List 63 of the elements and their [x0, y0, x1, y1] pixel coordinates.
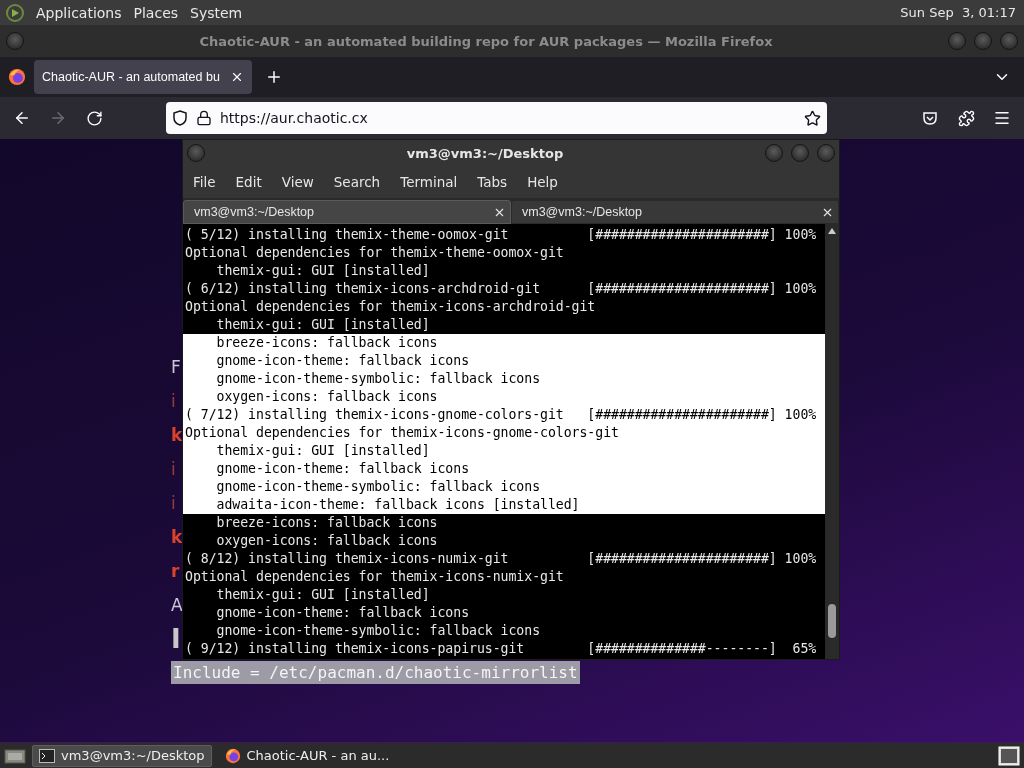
terminal-tab[interactable]: vm3@vm3:~/Desktop: [183, 200, 511, 224]
page-text: i: [171, 493, 176, 513]
browser-tab[interactable]: Chaotic-AUR - an automated bu: [34, 60, 252, 94]
terminal-line: oxygen-icons: fallback icons: [215, 532, 439, 550]
taskbar-task[interactable]: vm3@vm3:~/Desktop: [32, 744, 212, 767]
page-text: k: [171, 425, 183, 445]
taskbar-task[interactable]: Chaotic-AUR - an au...: [217, 744, 397, 767]
terminal-line: gnome-icon-theme: fallback icons: [215, 604, 471, 622]
page-text: Include = /etc/pacman.d/chaotic-mirrorlist: [171, 661, 580, 684]
terminal-line: themix-gui: GUI [installed]: [215, 316, 431, 334]
menu-item[interactable]: View: [281, 174, 314, 190]
panel-menu[interactable]: Applications: [36, 4, 122, 21]
terminal-line: ( 5/12) installing themix-theme-oomox-git [######################] 100%: [184, 226, 818, 244]
page-text: A: [171, 595, 183, 615]
page-text: i: [171, 391, 176, 411]
terminal-line: Optional dependencies for themix-icons-archdroid-git: [184, 298, 597, 316]
window-title: Chaotic-AUR - an automated building repo for AUR packages — Mozilla Firefox: [198, 33, 774, 49]
terminal-line: ( 6/12) installing themix-icons-archdroid-git [######################] 100%: [184, 280, 818, 298]
page-text: r: [171, 561, 180, 581]
new-tab-icon[interactable]: [265, 68, 283, 86]
menu-icon[interactable]: [993, 109, 1011, 127]
browser-logo-icon: [8, 68, 26, 86]
forward-icon[interactable]: [49, 109, 67, 127]
panel-menu[interactable]: Places: [133, 4, 179, 21]
menu-item[interactable]: File: [193, 174, 216, 190]
terminal-line: themix-gui: GUI [installed]: [215, 586, 431, 604]
bookmark-star-icon[interactable]: [804, 109, 821, 127]
close-icon[interactable]: [230, 70, 244, 84]
terminal-tab[interactable]: vm3@vm3:~/Desktop: [511, 200, 839, 224]
scrollbar-thumb[interactable]: [828, 604, 836, 638]
terminal-line: Optional dependencies for themix-theme-oomox-git: [184, 244, 565, 262]
workspace-icon[interactable]: [998, 745, 1020, 766]
terminal-line: gnome-icon-theme-symbolic: fallback icons: [215, 622, 542, 640]
panel-menu[interactable]: System: [190, 4, 243, 21]
shield-icon[interactable]: [172, 110, 188, 126]
page-text: I: [171, 624, 181, 654]
browser-logo-icon: [224, 747, 241, 764]
terminal-line: breeze-icons: fallback icons: [215, 514, 439, 532]
clock[interactable]: Sun Sep 3, 01:17: [900, 5, 1016, 20]
reload-icon[interactable]: [85, 109, 103, 127]
pocket-icon[interactable]: [922, 110, 938, 126]
menu-item[interactable]: Edit: [235, 174, 262, 190]
menu-item[interactable]: Tabs: [477, 174, 508, 190]
menu-item[interactable]: Help: [527, 174, 558, 190]
menu-item[interactable]: Search: [333, 174, 381, 190]
back-icon[interactable]: [13, 109, 31, 127]
lock-icon[interactable]: [196, 110, 212, 126]
puzzle-icon[interactable]: [957, 109, 975, 127]
terminal-line: Optional dependencies for themix-icons-numix-git: [184, 568, 565, 586]
terminal-icon: [39, 748, 55, 763]
scroll-up-icon[interactable]: [828, 228, 836, 234]
menu-logo-icon[interactable]: [6, 3, 24, 22]
window-title: vm3@vm3:~/Desktop: [405, 145, 565, 161]
page-text: F: [171, 357, 181, 377]
page-text: i: [171, 459, 176, 479]
scrollbar[interactable]: [825, 224, 839, 659]
terminal-line: ( 9/12) installing themix-icons-papirus-git [##############--------] 65%: [184, 640, 818, 658]
page-text: k: [171, 527, 183, 547]
menu-item[interactable]: Terminal: [400, 174, 458, 190]
terminal-line: themix-gui: GUI [installed]: [215, 262, 431, 280]
show-desktop-icon[interactable]: [4, 747, 26, 764]
address-field[interactable]: https://aur.chaotic.cx: [166, 102, 827, 134]
terminal-line: ( 8/12) installing themix-icons-numix-git [######################] 100%: [184, 550, 818, 568]
